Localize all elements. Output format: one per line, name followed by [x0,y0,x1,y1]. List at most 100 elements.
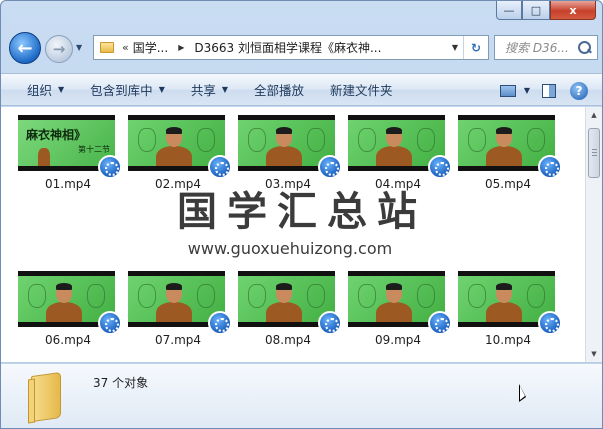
thumbnail-subtitle-text: 第十二节 [78,145,110,154]
media-player-icon [318,155,342,179]
view-options-dropdown[interactable]: ▼ [524,86,530,95]
address-bar[interactable]: « 国学... ▶ D3663 刘恒面相学课程《麻衣神... ▼ ↻ [93,35,489,60]
face-diagram [138,284,156,308]
face-diagram [197,284,215,308]
breadcrumb-separator-icon[interactable]: ▶ [178,43,184,52]
breadcrumb-item-current[interactable]: D3663 刘恒面相学课程《麻衣神... [194,39,381,56]
presenter-figure [156,302,192,322]
presenter-head [386,127,402,147]
file-name: 06.mp4 [44,333,92,347]
search-input[interactable]: 搜索 D36... [505,39,577,56]
presenter-figure [376,146,412,166]
breadcrumb-item-root[interactable]: 国学... [133,39,168,56]
breadcrumb-overflow[interactable]: « [122,41,129,54]
file-name: 01.mp4 [44,177,92,191]
file-item[interactable]: 10.mp4 [456,271,562,363]
media-player-icon [318,311,342,335]
file-item[interactable]: 02.mp4 [126,115,232,207]
face-diagram [248,284,266,308]
presenter-figure [156,146,192,166]
presenter-head [496,127,512,147]
presenter-figure [38,148,50,166]
organize-menu[interactable]: 组织 ▼ [1,73,77,106]
file-item[interactable]: 06.mp4 [16,271,122,363]
face-diagram [468,284,486,308]
presenter-figure [46,302,82,322]
presenter-figure [266,302,302,322]
face-diagram [417,284,435,308]
face-diagram [527,128,545,152]
media-player-icon [98,155,122,179]
include-library-label: 包含到库中 [90,83,153,98]
view-icon [499,84,516,97]
chevron-down-icon: ▼ [221,85,229,94]
face-diagram [417,128,435,152]
face-diagram [248,128,266,152]
face-diagram [307,128,325,152]
include-in-library-menu[interactable]: 包含到库中 ▼ [77,73,178,106]
search-box[interactable]: 搜索 D36... [494,35,598,60]
address-dropdown-icon[interactable]: ▼ [452,43,458,52]
item-count: 37 个对象 [93,376,149,390]
navigation-row: ← → ▼ « 国学... ▶ D3663 刘恒面相学课程《麻衣神... ▼ ↻… [1,27,602,69]
back-arrow-icon: ← [17,37,33,59]
presenter-head [166,283,182,303]
file-name: 05.mp4 [484,177,532,191]
play-all-button[interactable]: 全部播放 [241,73,317,106]
file-item[interactable]: 04.mp4 [346,115,452,207]
scroll-up-icon[interactable]: ▲ [586,107,602,123]
file-item[interactable]: 03.mp4 [236,115,342,207]
file-item[interactable]: 08.mp4 [236,271,342,363]
file-item[interactable]: 麻衣神相》 第十二节 01.mp4 [16,115,122,207]
face-diagram [358,128,376,152]
refresh-icon[interactable]: ↻ [463,36,488,59]
file-item[interactable]: 05.mp4 [456,115,562,207]
presenter-head [276,283,292,303]
mouse-cursor-icon [519,384,526,402]
file-item[interactable]: 07.mp4 [126,271,232,363]
chevron-down-icon: ▼ [58,85,65,94]
media-player-icon [208,311,232,335]
media-player-icon [538,311,562,335]
explorer-window: — □ x ← → ▼ « 国学... ▶ D3663 刘恒面相学课程《麻衣神.… [0,0,603,429]
face-diagram [197,128,215,152]
media-player-icon [98,311,122,335]
search-icon[interactable] [577,40,593,56]
scroll-down-icon[interactable]: ▼ [586,346,602,362]
chevron-down-icon: ▼ [158,85,165,94]
share-menu[interactable]: 共享 ▼ [178,73,241,106]
face-diagram [527,284,545,308]
help-icon[interactable]: ? [570,81,588,100]
vertical-scrollbar[interactable]: ▲ ▼ [585,107,602,362]
details-pane: 37 个对象 [1,363,602,428]
command-bar: 组织 ▼ 包含到库中 ▼ 共享 ▼ 全部播放 新建文件夹 ▼ ? [1,73,602,106]
scrollbar-thumb[interactable] [588,128,600,178]
face-diagram [307,284,325,308]
file-name: 04.mp4 [374,177,422,191]
presenter-head [496,283,512,303]
face-diagram [28,284,46,308]
new-folder-button[interactable]: 新建文件夹 [317,73,406,106]
recent-pages-dropdown[interactable]: ▼ [76,43,82,52]
change-view-button[interactable] [496,81,520,101]
presenter-figure [376,302,412,322]
minimize-button[interactable]: — [496,1,522,20]
file-name: 02.mp4 [154,177,202,191]
maximize-button[interactable]: □ [522,1,550,20]
forward-button[interactable]: → [45,35,73,63]
media-player-icon [538,155,562,179]
close-button[interactable]: x [550,1,596,20]
back-button[interactable]: ← [9,32,41,64]
file-name: 07.mp4 [154,333,202,347]
preview-pane-icon[interactable] [542,83,556,98]
face-diagram [358,284,376,308]
file-name: 08.mp4 [264,333,312,347]
presenter-figure [486,302,522,322]
organize-label: 组织 [27,83,53,98]
media-player-icon [208,155,232,179]
caption-buttons: — □ x [496,1,596,21]
media-player-icon [428,155,452,179]
presenter-head [166,127,182,147]
file-item[interactable]: 09.mp4 [346,271,452,363]
folder-icon [31,371,61,423]
